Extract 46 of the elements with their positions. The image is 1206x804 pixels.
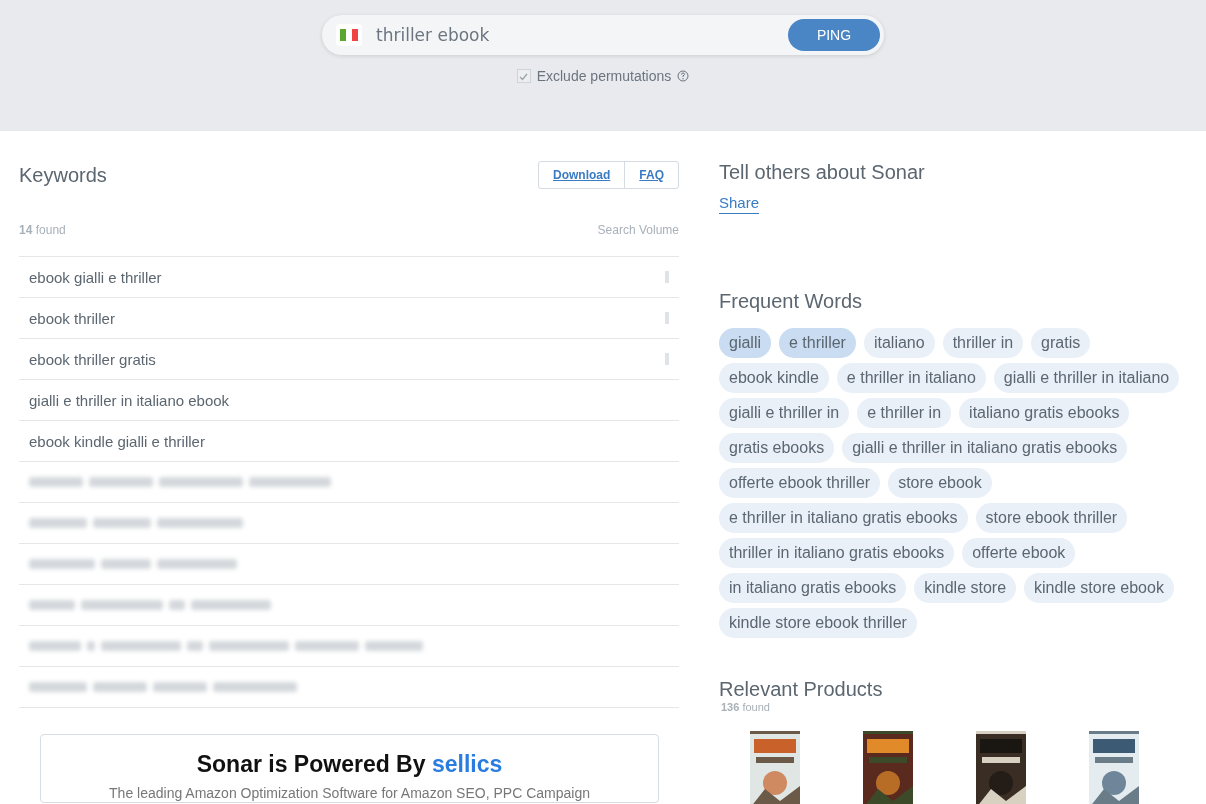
word-chip[interactable]: thriller in italiano gratis ebooks [719, 538, 955, 568]
found-count: 136 found [721, 701, 771, 713]
word-chip[interactable]: italiano gratis ebooks [959, 398, 1130, 428]
share-link[interactable]: Share [719, 194, 760, 214]
keyword-text[interactable]: ebook thriller gratis [29, 350, 156, 368]
word-chip[interactable]: kindle store ebook thriller [719, 608, 917, 638]
action-link[interactable]: FAQ [624, 162, 678, 188]
keyword-text[interactable]: ebook gialli e thriller [29, 268, 162, 286]
found-count: 14 found [19, 223, 66, 237]
section-title: Relevant Products [719, 678, 884, 701]
promo-title: Sonar is Powered By sellics [195, 751, 504, 778]
word-chip[interactable]: thriller in [942, 328, 1024, 358]
action-link[interactable]: Download [539, 162, 625, 188]
word-chip[interactable]: in italiano gratis ebooks [719, 573, 907, 603]
word-chip[interactable]: offerte ebook thriller [719, 468, 881, 498]
keyword-text[interactable]: ebook thriller [29, 309, 115, 327]
word-chip[interactable]: store ebook thriller [975, 503, 1128, 533]
word-chip[interactable]: e thriller in italiano gratis ebooks [719, 503, 968, 533]
word-chip[interactable]: ebook kindle [719, 363, 829, 393]
keyword-text[interactable]: ebook kindle gialli e thriller [29, 432, 205, 450]
word-chip[interactable]: gialli e thriller in [719, 398, 850, 428]
word-chip[interactable]: kindle store ebook [1024, 573, 1174, 603]
section-title: Frequent Words [719, 290, 864, 313]
checkbox[interactable] [516, 69, 531, 83]
ping-button[interactable]: PING [788, 19, 880, 51]
checkbox-label: Exclude permutations [536, 68, 672, 84]
word-chip[interactable]: kindle store [914, 573, 1017, 603]
word-chip[interactable]: e thriller in italiano [836, 363, 986, 393]
word-chip[interactable]: offerte ebook [962, 538, 1076, 568]
word-chip[interactable]: e thriller [779, 328, 856, 358]
help-icon[interactable] [677, 70, 690, 82]
word-chip[interactable]: italiano [863, 328, 935, 358]
column-header: Search Volume [597, 223, 679, 237]
word-chip[interactable]: e thriller in [857, 398, 952, 428]
section-title: Tell others about Sonar [719, 161, 926, 184]
word-chip[interactable]: gialli [719, 328, 771, 358]
promo-text: The leading Amazon Optimization Software for Amazon SEO, PPC Campaign [108, 784, 591, 802]
flag-icon[interactable] [336, 24, 362, 46]
word-chip[interactable]: gratis [1031, 328, 1091, 358]
word-chip[interactable]: store ebook [888, 468, 992, 498]
word-chip[interactable]: gratis ebooks [719, 433, 835, 463]
search-field[interactable]: thriller ebook PING [322, 15, 884, 55]
section-title: Keywords [19, 163, 107, 187]
keyword-text[interactable]: gialli e thriller in italiano ebook [29, 391, 230, 409]
word-chip[interactable]: gialli e thriller in italiano [993, 363, 1180, 393]
word-chip[interactable]: gialli e thriller in italiano gratis ebooks [842, 433, 1128, 463]
